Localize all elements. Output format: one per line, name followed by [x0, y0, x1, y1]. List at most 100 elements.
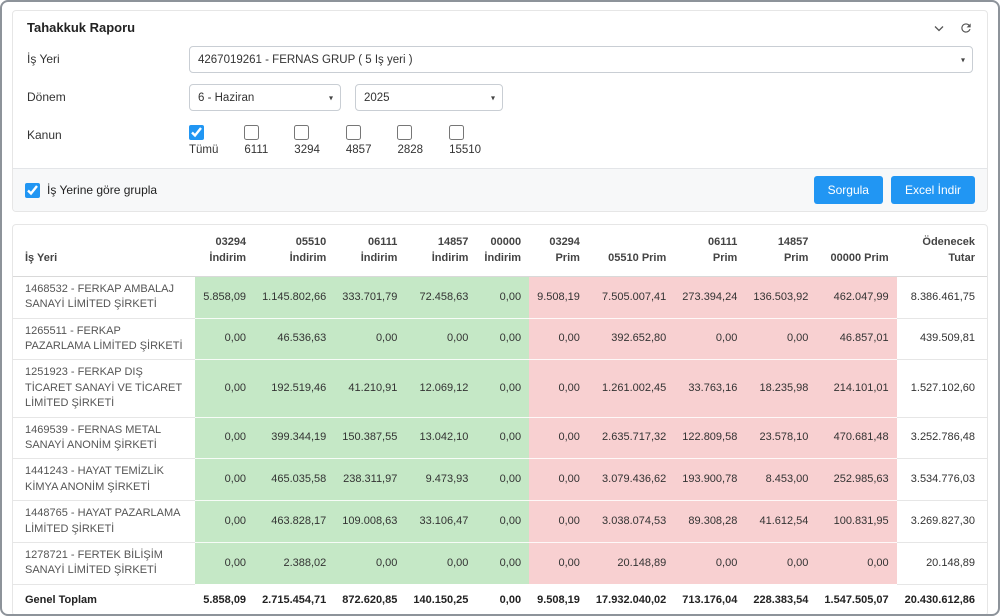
table-row: 1469539 - FERNAS METAL SANAYİ ANONİM ŞİR…	[13, 417, 987, 459]
donem-row: Dönem 6 - Haziran ▾ 2025 ▾	[27, 84, 973, 111]
toolbar-buttons: Sorgula Excel İndir	[814, 176, 975, 204]
filter-form: İş Yeri 4267019261 - FERNAS GRUP ( 5 İş …	[13, 40, 987, 168]
value-cell: 252.985,63	[816, 459, 896, 501]
kanun-checkbox[interactable]	[244, 125, 259, 140]
column-header-name-0: İş Yeri	[13, 225, 195, 276]
value-cell: 0,00	[529, 360, 588, 417]
kanun-options: Tümü 6111 3294 4857 2828 15510	[189, 122, 481, 156]
value-cell: 0,00	[195, 360, 254, 417]
column-header-prim-10: 00000 Prim	[816, 225, 896, 276]
sorgula-button[interactable]: Sorgula	[814, 176, 883, 204]
value-cell: 3.269.827,30	[897, 501, 987, 543]
isyeri-row: İş Yeri 4267019261 - FERNAS GRUP ( 5 İş …	[27, 46, 973, 73]
group-by-checkbox[interactable]	[25, 183, 40, 198]
value-cell: 0,00	[405, 318, 476, 360]
excel-indir-button[interactable]: Excel İndir	[891, 176, 975, 204]
kanun-option-3294[interactable]: 3294	[294, 125, 320, 156]
value-cell: 20.148,89	[588, 542, 674, 584]
page-title: Tahakkuk Raporu	[27, 20, 135, 35]
donem-control: 6 - Haziran ▾ 2025 ▾	[189, 84, 503, 111]
grand-total-cell: 713.176,04	[674, 584, 745, 615]
value-cell: 41.612,54	[745, 501, 816, 543]
table-row: 1265511 - FERKAP PAZARLAMA LİMİTED ŞİRKE…	[13, 318, 987, 360]
donem-month-select[interactable]: 6 - Haziran	[189, 84, 341, 111]
kanun-label: Kanun	[27, 122, 189, 142]
value-cell: 0,00	[405, 542, 476, 584]
column-header-prim-8: 06111Prim	[674, 225, 745, 276]
grand-total-cell: 0,00	[476, 584, 529, 615]
company-cell: 1448765 - HAYAT PAZARLAMA LİMİTED ŞİRKET…	[13, 501, 195, 543]
value-cell: 0,00	[476, 318, 529, 360]
value-cell: 193.900,78	[674, 459, 745, 501]
value-cell: 439.509,81	[897, 318, 987, 360]
value-cell: 214.101,01	[816, 360, 896, 417]
kanun-option-6111[interactable]: 6111	[244, 125, 268, 156]
value-cell: 0,00	[476, 417, 529, 459]
value-cell: 463.828,17	[254, 501, 334, 543]
group-by-label: İş Yerine göre grupla	[47, 183, 157, 197]
kanun-option-label: Tümü	[189, 144, 218, 156]
value-cell: 33.763,16	[674, 360, 745, 417]
column-header-indirim-4: 14857İndirim	[405, 225, 476, 276]
collapse-chevron-icon[interactable]	[933, 22, 945, 34]
grand-total-label: Genel Toplam	[13, 584, 195, 615]
kanun-option-label: 15510	[449, 144, 481, 156]
isyeri-control: 4267019261 - FERNAS GRUP ( 5 İş yeri ) ▾	[189, 46, 973, 73]
kanun-checkbox[interactable]	[397, 125, 412, 140]
company-cell: 1468532 - FERKAP AMBALAJ SANAYİ LİMİTED …	[13, 276, 195, 318]
kanun-option-tümü[interactable]: Tümü	[189, 125, 218, 156]
value-cell: 3.252.786,48	[897, 417, 987, 459]
company-cell: 1469539 - FERNAS METAL SANAYİ ANONİM ŞİR…	[13, 417, 195, 459]
column-header-prim-7: 05510 Prim	[588, 225, 674, 276]
value-cell: 0,00	[674, 318, 745, 360]
value-cell: 136.503,92	[745, 276, 816, 318]
company-cell: 1265511 - FERKAP PAZARLAMA LİMİTED ŞİRKE…	[13, 318, 195, 360]
value-cell: 465.035,58	[254, 459, 334, 501]
kanun-option-15510[interactable]: 15510	[449, 125, 481, 156]
kanun-checkbox[interactable]	[189, 125, 204, 140]
kanun-option-label: 3294	[294, 144, 320, 156]
panel-header: Tahakkuk Raporu	[13, 11, 987, 40]
value-cell: 0,00	[195, 318, 254, 360]
kanun-checkbox[interactable]	[294, 125, 309, 140]
value-cell: 1.261.002,45	[588, 360, 674, 417]
report-table: İş Yeri03294İndirim05510İndirim06111İndi…	[13, 225, 987, 615]
value-cell: 0,00	[195, 501, 254, 543]
kanun-option-4857[interactable]: 4857	[346, 125, 372, 156]
value-cell: 46.536,63	[254, 318, 334, 360]
column-header-indirim-5: 00000İndirim	[476, 225, 529, 276]
kanun-checkbox[interactable]	[449, 125, 464, 140]
value-cell: 122.809,58	[674, 417, 745, 459]
grand-total-cell: 17.932.040,02	[588, 584, 674, 615]
refresh-icon[interactable]	[959, 21, 973, 35]
value-cell: 0,00	[529, 542, 588, 584]
value-cell: 13.042,10	[405, 417, 476, 459]
value-cell: 8.453,00	[745, 459, 816, 501]
value-cell: 0,00	[529, 318, 588, 360]
kanun-checkbox[interactable]	[346, 125, 361, 140]
column-header-prim-9: 14857Prim	[745, 225, 816, 276]
company-cell: 1441243 - HAYAT TEMİZLİK KİMYA ANONİM Şİ…	[13, 459, 195, 501]
group-by-toggle[interactable]: İş Yerine göre grupla	[25, 183, 157, 198]
value-cell: 20.148,89	[897, 542, 987, 584]
value-cell: 23.578,10	[745, 417, 816, 459]
value-cell: 100.831,95	[816, 501, 896, 543]
value-cell: 0,00	[476, 276, 529, 318]
value-cell: 0,00	[745, 542, 816, 584]
donem-year-select[interactable]: 2025	[355, 84, 503, 111]
grand-total-cell: 9.508,19	[529, 584, 588, 615]
value-cell: 399.344,19	[254, 417, 334, 459]
value-cell: 0,00	[529, 501, 588, 543]
value-cell: 0,00	[476, 459, 529, 501]
kanun-option-2828[interactable]: 2828	[397, 125, 423, 156]
value-cell: 2.388,02	[254, 542, 334, 584]
value-cell: 72.458,63	[405, 276, 476, 318]
isyeri-select[interactable]: 4267019261 - FERNAS GRUP ( 5 İş yeri )	[189, 46, 973, 73]
value-cell: 470.681,48	[816, 417, 896, 459]
value-cell: 3.079.436,62	[588, 459, 674, 501]
column-header-total-11: ÖdenecekTutar	[897, 225, 987, 276]
grand-total-cell: 1.547.505,07	[816, 584, 896, 615]
value-cell: 392.652,80	[588, 318, 674, 360]
value-cell: 0,00	[476, 501, 529, 543]
table-row: 1448765 - HAYAT PAZARLAMA LİMİTED ŞİRKET…	[13, 501, 987, 543]
